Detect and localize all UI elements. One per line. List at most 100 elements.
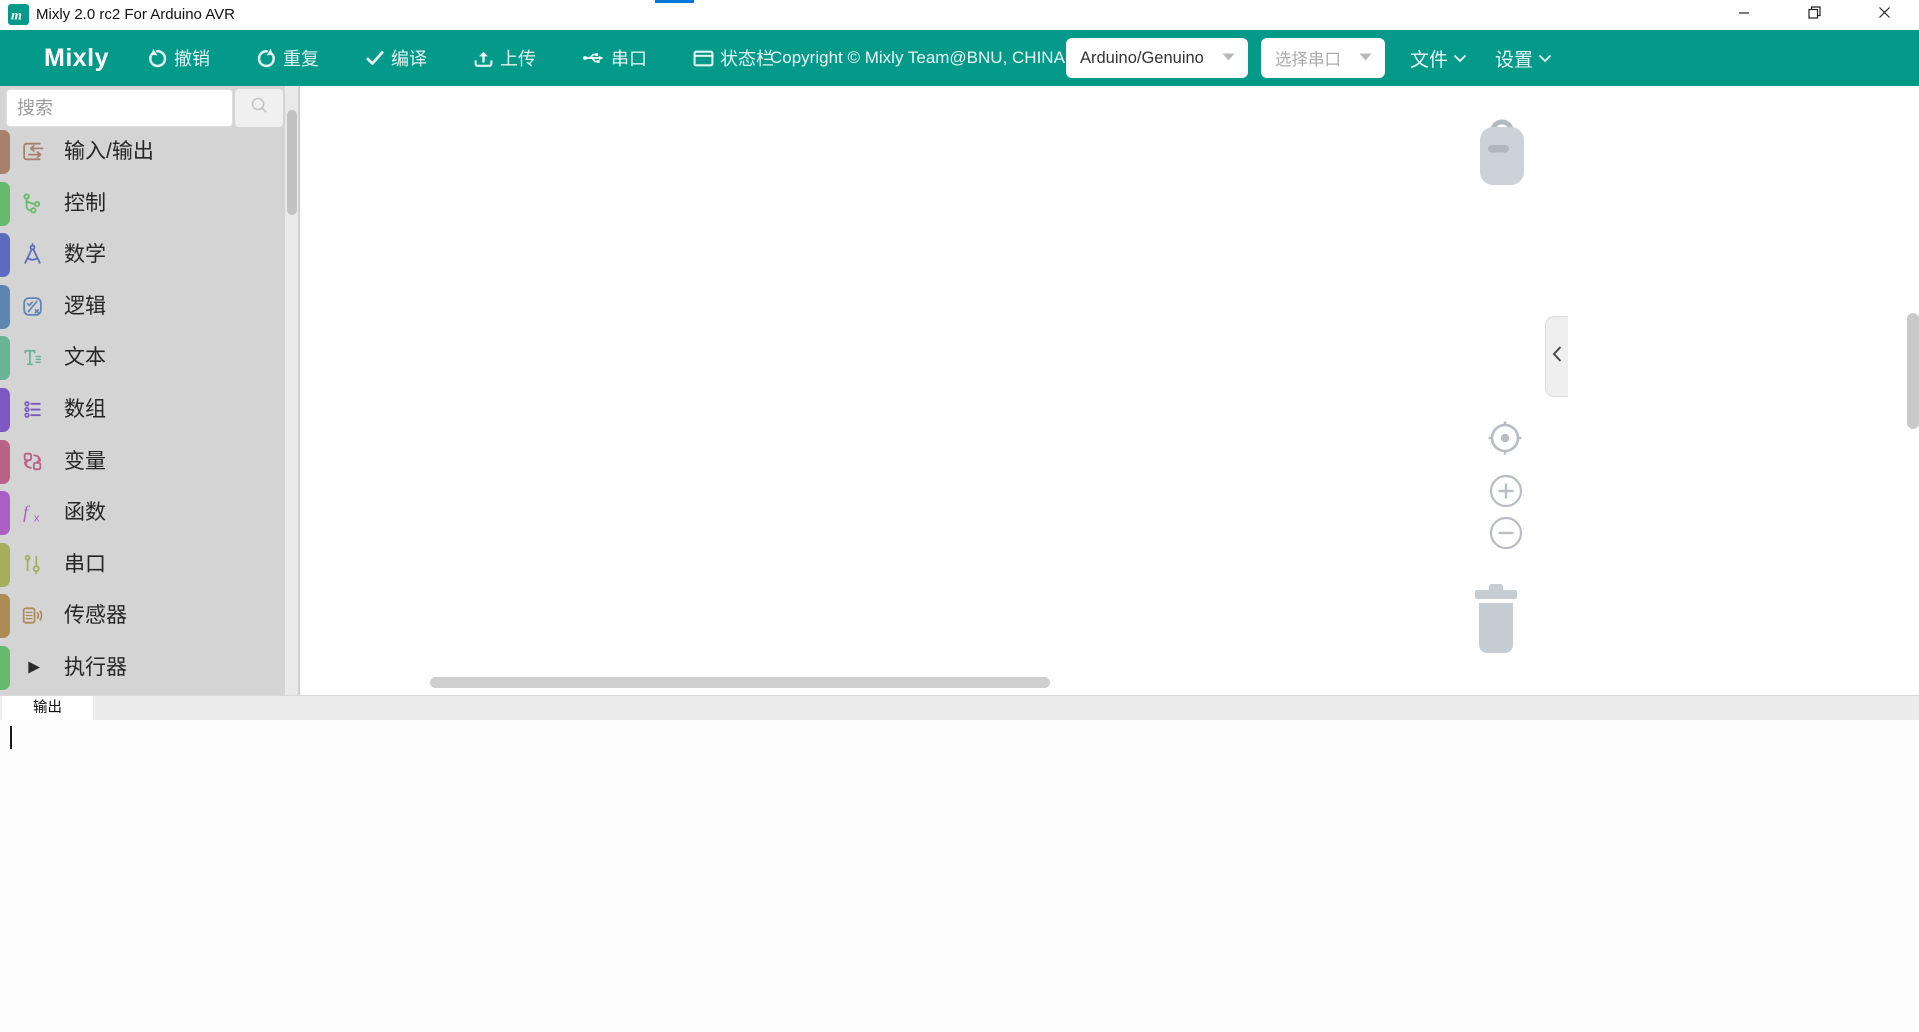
sidebar-item-io[interactable]: 输入/输出 — [0, 126, 284, 178]
minimize-icon — [1738, 6, 1750, 24]
sidebar-scrollbar-thumb[interactable] — [287, 110, 297, 215]
toolbar-button-serial-monitor[interactable]: 串口 — [582, 45, 647, 71]
chevron-down-icon — [1358, 49, 1373, 67]
serialport-icon — [20, 552, 45, 577]
toolbar-menus: 文件 设置 — [1410, 30, 1552, 86]
sidebar: 输入/输出控制数学逻辑文本数组变量fx函数串口传感器执行器 — [0, 86, 300, 695]
minimize-button[interactable] — [1709, 0, 1779, 30]
function-icon: fx — [20, 500, 45, 525]
category-label: 执行器 — [64, 642, 127, 694]
sidebar-scrollbar[interactable] — [285, 86, 298, 695]
toolbar-button-label: 重复 — [283, 45, 319, 71]
category-label: 传感器 — [64, 590, 127, 642]
tab-output[interactable]: 输出 — [2, 696, 93, 721]
sidebar-item-logic[interactable]: 逻辑 — [0, 281, 284, 333]
zoom-in-icon — [1489, 495, 1523, 512]
canvas-horizontal-scrollbar[interactable] — [430, 677, 1050, 688]
chevron-down-icon — [1221, 49, 1236, 67]
restore-button[interactable] — [1779, 0, 1849, 30]
port-select[interactable]: 选择串口 — [1261, 38, 1385, 78]
menu-settings[interactable]: 设置 — [1495, 45, 1552, 72]
titlebar-accent — [655, 0, 694, 3]
category-color-bar — [0, 285, 10, 329]
copyright-text: Copyright © Mixly Team@BNU, CHINA — [770, 30, 1065, 86]
search-input[interactable] — [6, 89, 233, 127]
toolbar-button-label: 撤销 — [174, 45, 210, 71]
search-button[interactable] — [235, 89, 283, 127]
output-tabbar: 输出 — [0, 695, 1919, 720]
category-color-bar — [0, 543, 10, 587]
category-color-bar — [0, 491, 10, 535]
backpack-icon[interactable] — [1476, 114, 1528, 193]
board-select[interactable]: Arduino/Genuino — [1066, 38, 1248, 78]
category-label: 逻辑 — [64, 281, 106, 333]
upload-icon — [473, 48, 494, 69]
category-color-bar — [0, 233, 10, 277]
port-select-placeholder: 选择串口 — [1275, 46, 1341, 70]
category-color-bar — [0, 130, 10, 174]
toolbar-buttons: 撤销 重复 编译 上传 串口 状态栏 — [147, 30, 774, 86]
array-icon — [20, 397, 45, 422]
chevron-left-icon — [1551, 344, 1563, 369]
category-color-bar — [0, 336, 10, 380]
usb-icon — [582, 48, 605, 68]
category-label: 控制 — [64, 178, 106, 230]
category-color-bar — [0, 646, 10, 690]
zoom-out-button[interactable] — [1489, 516, 1523, 555]
svg-text:f: f — [23, 502, 30, 522]
category-color-bar — [0, 182, 10, 226]
chevron-down-icon — [1538, 47, 1552, 69]
text-caret — [10, 726, 12, 749]
category-label: 输入/输出 — [64, 126, 154, 178]
app-window: m Mixly 2.0 rc2 For Arduino AVR Mixly 撤销… — [0, 0, 1919, 1032]
toolbar-button-label: 上传 — [500, 45, 536, 71]
menu-file[interactable]: 文件 — [1410, 45, 1467, 72]
collapse-panel-button[interactable] — [1545, 316, 1568, 397]
trash-icon[interactable] — [1468, 582, 1524, 661]
sidebar-item-function[interactable]: fx函数 — [0, 487, 284, 539]
blocks-canvas[interactable] — [300, 86, 1919, 695]
zoom-out-icon — [1489, 537, 1523, 554]
text-icon — [20, 345, 45, 370]
zoom-in-button[interactable] — [1489, 474, 1523, 513]
toolbar-button-compile[interactable]: 编译 — [365, 45, 427, 71]
window-title: Mixly 2.0 rc2 For Arduino AVR — [36, 0, 235, 30]
sidebar-item-control[interactable]: 控制 — [0, 178, 284, 230]
category-label: 串口 — [64, 539, 106, 591]
sidebar-item-serial[interactable]: 串口 — [0, 539, 284, 591]
statusbar-icon — [693, 48, 714, 69]
sidebar-item-math[interactable]: 数学 — [0, 229, 284, 281]
board-select-value: Arduino/Genuino — [1080, 49, 1204, 68]
canvas-vertical-scrollbar[interactable] — [1907, 313, 1919, 429]
recenter-icon — [1485, 445, 1525, 462]
toolbar-button-upload[interactable]: 上传 — [473, 45, 536, 71]
window-controls — [1709, 0, 1919, 30]
close-button[interactable] — [1849, 0, 1919, 30]
sidebar-item-variable[interactable]: 变量 — [0, 436, 284, 488]
logic-icon — [20, 294, 45, 319]
category-list: 输入/输出控制数学逻辑文本数组变量fx函数串口传感器执行器 — [0, 126, 284, 694]
brand-logo[interactable]: Mixly — [44, 30, 109, 86]
sidebar-item-actuator[interactable]: 执行器 — [0, 642, 284, 694]
category-color-bar — [0, 440, 10, 484]
close-icon — [1878, 6, 1891, 24]
toolbar-button-undo[interactable]: 撤销 — [147, 45, 210, 71]
sidebar-item-text[interactable]: 文本 — [0, 332, 284, 384]
restore-icon — [1808, 6, 1821, 24]
toolbar: Mixly 撤销 重复 编译 上传 串口 状态栏 Copyright © Mixly Te… — [0, 30, 1919, 86]
toolbar-button-label: 状态栏 — [720, 45, 774, 71]
output-panel[interactable] — [0, 720, 1919, 1032]
recenter-button[interactable] — [1485, 418, 1525, 463]
control-icon — [20, 191, 45, 216]
toolbar-button-statusbar[interactable]: 状态栏 — [693, 45, 774, 71]
sidebar-item-sensor[interactable]: 传感器 — [0, 590, 284, 642]
titlebar: m Mixly 2.0 rc2 For Arduino AVR — [0, 0, 1919, 30]
io-icon — [20, 139, 45, 164]
category-color-bar — [0, 594, 10, 638]
svg-text:x: x — [34, 513, 40, 525]
toolbar-button-redo[interactable]: 重复 — [256, 45, 319, 71]
math-icon — [20, 242, 45, 267]
chevron-down-icon — [1453, 47, 1467, 69]
category-label: 文本 — [64, 332, 106, 384]
sidebar-item-array[interactable]: 数组 — [0, 384, 284, 436]
